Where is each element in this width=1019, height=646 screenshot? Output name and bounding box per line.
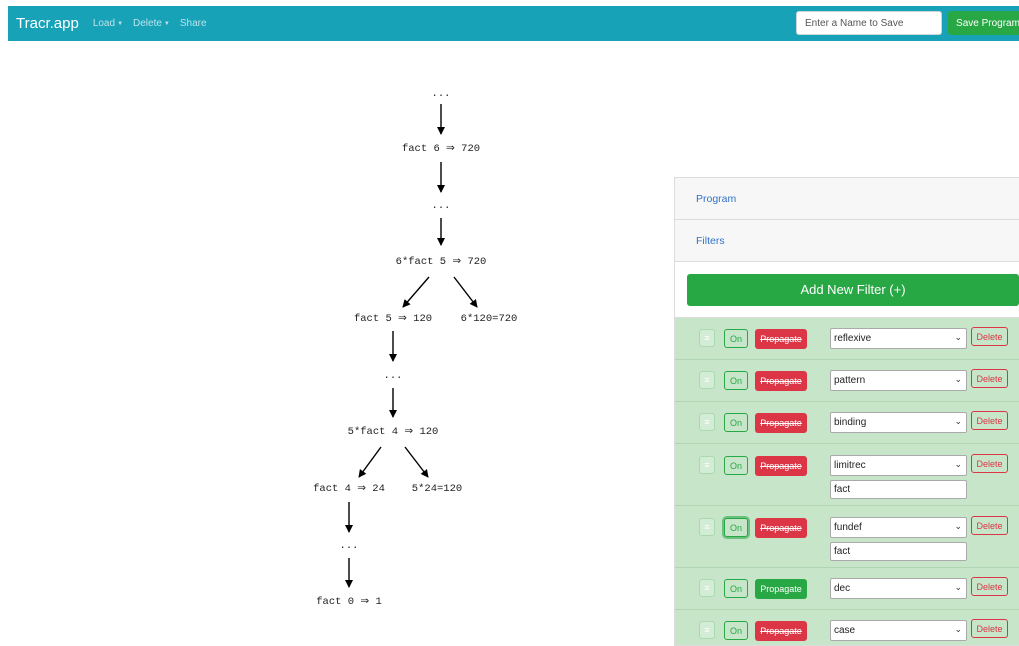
filter-row: ≡ On Propagate limitrec ⌄ fact Delete (675, 444, 1019, 506)
filter-row: ≡ On Propagate fundef ⌄ fact Delete (675, 506, 1019, 568)
filter-on-toggle[interactable]: On (724, 456, 748, 475)
tree-node[interactable]: fact 4 ⇒ 24 (313, 482, 385, 496)
filter-type-select[interactable]: pattern ⌄ (830, 370, 967, 391)
delete-filter-button[interactable]: Delete (971, 619, 1008, 638)
chevron-down-icon: ⌄ (954, 459, 962, 469)
filter-type-value: pattern (834, 375, 866, 386)
filters-link[interactable]: Filters (696, 235, 725, 247)
drag-handle-icon[interactable]: ≡ (699, 329, 715, 347)
propagate-toggle[interactable]: Propagate (755, 329, 807, 349)
drag-handle-icon[interactable]: ≡ (699, 621, 715, 639)
tree-edge (358, 446, 382, 478)
propagate-toggle[interactable]: Propagate (755, 371, 807, 391)
drag-handle-icon[interactable]: ≡ (699, 413, 715, 431)
filter-type-select[interactable]: dec ⌄ (830, 578, 967, 599)
chevron-down-icon: ⌄ (954, 374, 962, 384)
tree-node[interactable]: 6*fact 5 ⇒ 720 (396, 255, 487, 269)
filter-type-value: dec (834, 583, 851, 594)
filter-type-value: reflexive (834, 333, 872, 344)
tree-node[interactable]: fact 5 ⇒ 120 (354, 312, 432, 326)
tree-edge (453, 276, 478, 308)
drag-handle-icon[interactable]: ≡ (699, 371, 715, 389)
tree-node-ellipsis[interactable]: ... (432, 87, 451, 101)
filter-list: ≡ On Propagate reflexive ⌄ Delete ≡ On Propagate… (675, 318, 1019, 645)
filter-type-select[interactable]: limitrec ⌄ (830, 455, 967, 476)
filter-on-toggle[interactable]: On (724, 518, 748, 537)
filters-section-header[interactable]: Filters (675, 220, 1019, 262)
filter-type-value: binding (834, 417, 867, 428)
filter-type-select[interactable]: reflexive ⌄ (830, 328, 967, 349)
add-filter-wrap: Add New Filter (+) (675, 262, 1019, 318)
propagate-toggle[interactable]: Propagate (755, 518, 807, 538)
delete-filter-button[interactable]: Delete (971, 454, 1008, 473)
delete-filter-button[interactable]: Delete (971, 516, 1008, 535)
filter-argument-input[interactable]: fact (830, 480, 967, 499)
filter-on-toggle[interactable]: On (724, 413, 748, 432)
propagate-toggle[interactable]: Propagate (755, 413, 807, 433)
delete-filter-button[interactable]: Delete (971, 327, 1008, 346)
chevron-down-icon: ⌄ (954, 416, 962, 426)
filter-row: ≡ On Propagate pattern ⌄ Delete (675, 360, 1019, 402)
delete-filter-button[interactable]: Delete (971, 577, 1008, 596)
filter-type-value: fundef (834, 522, 862, 533)
filter-type-value: limitrec (834, 460, 866, 471)
side-panel: Program Filters Add New Filter (+) ≡ On Pr… (674, 177, 1019, 646)
propagate-toggle[interactable]: Propagate (755, 621, 807, 641)
filter-type-value: case (834, 625, 856, 636)
filter-type-select[interactable]: fundef ⌄ (830, 517, 967, 538)
delete-filter-button[interactable]: Delete (971, 369, 1008, 388)
tree-node[interactable]: 5*24=120 (412, 482, 462, 496)
drag-handle-icon[interactable]: ≡ (699, 456, 715, 474)
program-link[interactable]: Program (696, 193, 736, 205)
filter-on-toggle[interactable]: On (724, 329, 748, 348)
propagate-toggle[interactable]: Propagate (755, 579, 807, 599)
filter-on-toggle[interactable]: On (724, 621, 748, 640)
tree-node-ellipsis[interactable]: ... (340, 539, 359, 553)
tree-node[interactable]: fact 0 ⇒ 1 (316, 595, 382, 609)
propagate-toggle[interactable]: Propagate (755, 456, 807, 476)
tree-edge (402, 276, 430, 308)
add-filter-button[interactable]: Add New Filter (+) (687, 273, 1019, 306)
filter-type-select[interactable]: binding ⌄ (830, 412, 967, 433)
filter-row: ≡ On Propagate case ⌄ Delete (675, 610, 1019, 645)
tree-edge (404, 446, 429, 478)
drag-handle-icon[interactable]: ≡ (699, 579, 715, 597)
filter-on-toggle[interactable]: On (724, 579, 748, 598)
filter-argument-input[interactable]: fact (830, 542, 967, 561)
tree-node[interactable]: 5*fact 4 ⇒ 120 (348, 425, 439, 439)
filter-row: ≡ On Propagate binding ⌄ Delete (675, 402, 1019, 444)
filter-on-toggle[interactable]: On (724, 371, 748, 390)
chevron-down-icon: ⌄ (954, 521, 962, 531)
delete-filter-button[interactable]: Delete (971, 411, 1008, 430)
program-section-header[interactable]: Program (675, 178, 1019, 220)
filter-row: ≡ On Propagate dec ⌄ Delete (675, 568, 1019, 610)
filter-type-select[interactable]: case ⌄ (830, 620, 967, 641)
tree-node-ellipsis[interactable]: ... (432, 199, 451, 213)
tree-node[interactable]: fact 6 ⇒ 720 (402, 142, 480, 156)
filter-row: ≡ On Propagate reflexive ⌄ Delete (675, 318, 1019, 360)
chevron-down-icon: ⌄ (954, 582, 962, 592)
chevron-down-icon: ⌄ (954, 624, 962, 634)
chevron-down-icon: ⌄ (954, 332, 962, 342)
tree-node-ellipsis[interactable]: ... (384, 369, 403, 383)
drag-handle-icon[interactable]: ≡ (699, 518, 715, 536)
tree-node[interactable]: 6*120=720 (461, 312, 518, 326)
